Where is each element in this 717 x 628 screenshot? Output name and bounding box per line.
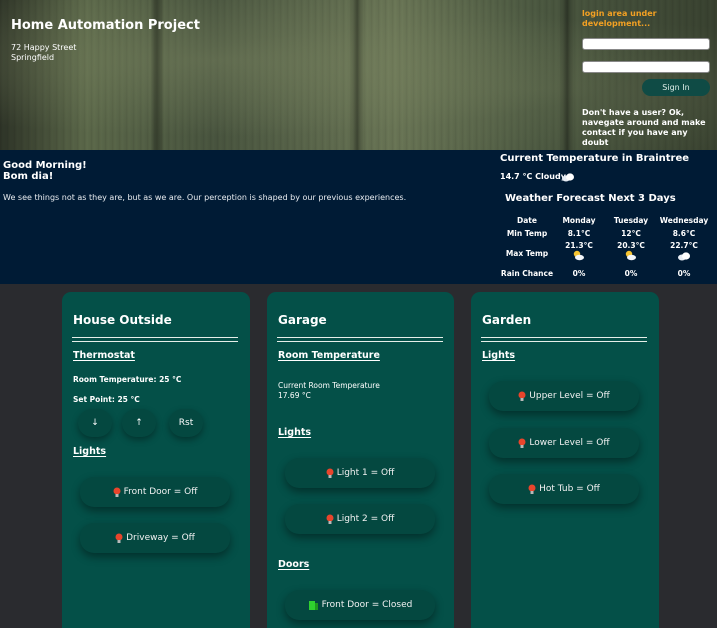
light-lower-level-toggle[interactable]: Lower Level = Off	[489, 428, 639, 458]
greeting-portuguese: Bom dia!	[3, 171, 54, 182]
cloud-icon	[561, 167, 575, 186]
greeting-english: Good Morning!	[3, 160, 87, 171]
forecast-day-3: Wednesday	[659, 216, 709, 225]
section-thermostat: Thermostat	[73, 350, 135, 361]
bulb-icon	[326, 514, 334, 525]
bulb-icon	[115, 533, 123, 544]
bulb-icon	[326, 468, 334, 479]
reset-button[interactable]: Rst	[169, 409, 203, 437]
set-point: Set Point: 25 °C	[73, 395, 140, 404]
room-temperature-caption: Current Room Temperature	[278, 381, 380, 390]
card-garden: Garden Lights Upper Level = Off Lower Le…	[471, 292, 659, 628]
forecast-label-date: Date	[517, 216, 537, 225]
signup-note: Don't have a user? Ok, navegate around a…	[582, 108, 706, 147]
section-lights: Lights	[482, 350, 516, 361]
info-band: Good Morning! Bom dia! We see things not…	[0, 150, 717, 284]
section-room-temperature: Room Temperature	[278, 350, 380, 361]
forecast-label-max: Max Temp	[505, 249, 549, 258]
forecast-max-3: 22.7°C	[670, 241, 698, 250]
card-title: Garage	[278, 313, 327, 327]
title-divider	[277, 337, 443, 342]
card-title: Garden	[482, 313, 532, 327]
forecast-min-2: 12°C	[621, 229, 641, 238]
current-temperature-title: Current Temperature in Braintree	[500, 153, 690, 164]
username-input[interactable]	[582, 38, 710, 50]
header-banner: Home Automation Project 72 Happy Street …	[0, 0, 717, 150]
address-line-1: 72 Happy Street	[11, 43, 77, 52]
sun-cloud-icon	[553, 250, 605, 263]
forecast-day-1: Monday	[562, 216, 596, 225]
light-label: Light 2 = Off	[336, 514, 395, 524]
light-upper-level-toggle[interactable]: Upper Level = Off	[489, 381, 639, 411]
door-front-toggle[interactable]: Front Door = Closed	[285, 590, 435, 620]
forecast-rain-2: 0%	[624, 269, 638, 278]
light-label: Front Door = Off	[123, 487, 198, 497]
current-temperature-value: 14.7 °C Cloudy	[500, 172, 566, 181]
bulb-icon	[113, 487, 121, 498]
light-driveway-toggle[interactable]: Driveway = Off	[80, 523, 230, 553]
light-label: Light 1 = Off	[336, 468, 395, 478]
sun-cloud-icon	[605, 250, 657, 263]
reset-label: Rst	[178, 418, 194, 428]
sign-in-button[interactable]: Sign In	[642, 79, 710, 96]
bulb-icon	[528, 484, 536, 495]
card-house-outside: House Outside Thermostat Room Temperatur…	[62, 292, 250, 628]
room-temperature: Room Temperature: 25 °C	[73, 375, 182, 384]
light-label: Driveway = Off	[126, 533, 195, 543]
card-garage: Garage Room Temperature Current Room Tem…	[267, 292, 454, 628]
forecast-min-1: 8.1°C	[567, 229, 591, 238]
arrow-up-icon: ↑	[135, 418, 143, 428]
section-doors: Doors	[278, 559, 310, 570]
forecast-title: Weather Forecast Next 3 Days	[505, 193, 676, 204]
site-title: Home Automation Project	[11, 18, 200, 33]
forecast-label-min: Min Temp	[506, 229, 548, 238]
light-2-toggle[interactable]: Light 2 = Off	[285, 504, 435, 534]
card-title: House Outside	[73, 313, 172, 327]
forecast-max-2: 20.3°C	[617, 241, 645, 250]
title-divider	[481, 337, 647, 342]
light-1-toggle[interactable]: Light 1 = Off	[285, 458, 435, 488]
light-hot-tub-toggle[interactable]: Hot Tub = Off	[489, 474, 639, 504]
door-label: Front Door = Closed	[321, 600, 413, 610]
increase-setpoint-button[interactable]: ↑	[122, 409, 156, 437]
forecast-rain-1: 0%	[572, 269, 586, 278]
password-input[interactable]	[582, 61, 710, 73]
light-label: Upper Level = Off	[529, 391, 610, 401]
light-label: Hot Tub = Off	[539, 484, 600, 494]
forecast-rain-3: 0%	[677, 269, 691, 278]
door-icon	[308, 600, 319, 611]
address-line-2: Springfield	[11, 53, 55, 62]
forecast-day-2: Tuesday	[613, 216, 649, 225]
bulb-icon	[518, 438, 526, 449]
title-divider	[72, 337, 238, 342]
light-front-door-toggle[interactable]: Front Door = Off	[80, 477, 230, 507]
forecast-min-3: 8.6°C	[672, 229, 696, 238]
bulb-icon	[518, 391, 526, 402]
light-label: Lower Level = Off	[529, 438, 610, 448]
arrow-down-icon: ↓	[91, 418, 99, 428]
forecast-max-1: 21.3°C	[565, 241, 593, 250]
decrease-setpoint-button[interactable]: ↓	[78, 409, 112, 437]
room-temperature-value: 17.69 °C	[278, 391, 311, 400]
quote-text: We see things not as they are, but as we…	[3, 193, 407, 202]
forecast-label-rain: Rain Chance	[500, 269, 554, 278]
section-lights: Lights	[73, 446, 107, 457]
cloud-icon	[657, 251, 711, 263]
login-note: login area under development...	[582, 9, 657, 28]
section-lights: Lights	[278, 427, 312, 438]
